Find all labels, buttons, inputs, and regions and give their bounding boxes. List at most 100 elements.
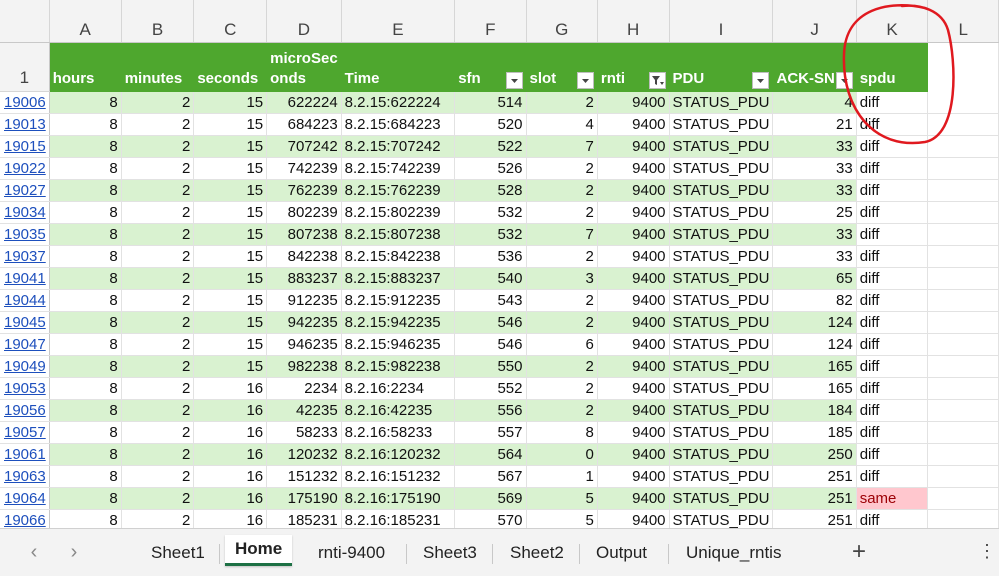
row-number[interactable]: 19037 [0, 245, 50, 268]
cell-f[interactable]: 520 [454, 113, 527, 136]
cell-f[interactable]: 532 [454, 223, 527, 246]
filter-dropdown-icon[interactable] [752, 71, 770, 89]
cell-h[interactable]: 9400 [597, 443, 670, 466]
tab-sheet1[interactable]: Sheet1 [151, 539, 205, 567]
cell-h[interactable]: 9400 [597, 487, 670, 510]
cell-k[interactable]: diff [856, 421, 929, 444]
cell-b[interactable]: 2 [121, 245, 195, 268]
cell-f[interactable]: 546 [454, 311, 527, 334]
cell-k[interactable]: diff [856, 223, 929, 246]
cell-c[interactable]: 15 [193, 113, 268, 136]
empty-cell[interactable] [927, 421, 999, 444]
cell-j[interactable]: 33 [772, 245, 857, 268]
column-header-k[interactable]: K [856, 0, 929, 43]
cell-i[interactable]: STATUS_PDU [669, 179, 774, 202]
cell-g[interactable]: 2 [526, 201, 598, 224]
cell-e[interactable]: 8.2.15:982238 [341, 355, 456, 378]
column-header-e[interactable]: E [341, 0, 456, 43]
cell-i[interactable]: STATUS_PDU [669, 135, 774, 158]
cell-d[interactable]: 42235 [266, 399, 342, 422]
cell-c[interactable]: 15 [193, 355, 268, 378]
cell-a[interactable]: 8 [49, 267, 122, 290]
cell-a[interactable]: 8 [49, 223, 122, 246]
cell-d[interactable]: 946235 [266, 333, 342, 356]
cell-g[interactable]: 0 [526, 443, 598, 466]
cell-b[interactable]: 2 [121, 311, 195, 334]
cell-d[interactable]: 185231 [266, 509, 342, 528]
cell-b[interactable]: 2 [121, 267, 195, 290]
cell-b[interactable]: 2 [121, 135, 195, 158]
cell-g[interactable]: 2 [526, 289, 598, 312]
cell-f[interactable]: 540 [454, 267, 527, 290]
cell-g[interactable]: 7 [526, 135, 598, 158]
empty-cell[interactable] [927, 311, 999, 334]
select-all-corner[interactable] [0, 0, 50, 43]
row-number[interactable]: 19047 [0, 333, 50, 356]
cell-a[interactable]: 8 [49, 113, 122, 136]
cell-k[interactable]: same [856, 487, 929, 510]
tab-sheet2[interactable]: Sheet2 [510, 539, 564, 567]
cell-i[interactable]: STATUS_PDU [669, 509, 774, 528]
cell-c[interactable]: 16 [193, 487, 268, 510]
cell-d[interactable]: 151232 [266, 465, 342, 488]
cell-h[interactable]: 9400 [597, 421, 670, 444]
filter-funnel-icon[interactable] [648, 71, 666, 89]
cell-b[interactable]: 2 [121, 487, 195, 510]
vertical-ellipsis-icon[interactable]: ⋮ [978, 541, 996, 562]
empty-cell[interactable] [927, 113, 999, 136]
empty-cell[interactable] [927, 135, 999, 158]
cell-i[interactable]: STATUS_PDU [669, 377, 774, 400]
cell-k[interactable]: diff [856, 311, 929, 334]
cell-a[interactable]: 8 [49, 465, 122, 488]
cell-c[interactable]: 15 [193, 135, 268, 158]
cell-k[interactable]: diff [856, 465, 929, 488]
cell-i[interactable]: STATUS_PDU [669, 355, 774, 378]
column-header-f[interactable]: F [454, 0, 527, 43]
header-pdu[interactable]: PDU [669, 42, 774, 92]
cell-k[interactable]: diff [856, 245, 929, 268]
empty-cell[interactable] [927, 267, 999, 290]
cell-c[interactable]: 15 [193, 333, 268, 356]
header-minutes[interactable]: minutes [121, 42, 195, 92]
cell-g[interactable]: 6 [526, 333, 598, 356]
header-ack-sn[interactable]: ACK-SN [772, 42, 857, 92]
cell-h[interactable]: 9400 [597, 509, 670, 528]
cell-b[interactable]: 2 [121, 333, 195, 356]
cell-i[interactable]: STATUS_PDU [669, 399, 774, 422]
column-header-b[interactable]: B [121, 0, 195, 43]
cell-d[interactable]: 2234 [266, 377, 342, 400]
cell-a[interactable]: 8 [49, 333, 122, 356]
empty-cell[interactable] [927, 245, 999, 268]
cell-j[interactable]: 65 [772, 267, 857, 290]
row-number[interactable]: 19053 [0, 377, 50, 400]
cell-f[interactable]: 526 [454, 157, 527, 180]
empty-cell[interactable] [927, 289, 999, 312]
cell-a[interactable]: 8 [49, 201, 122, 224]
cell-f[interactable]: 532 [454, 201, 527, 224]
cell-g[interactable]: 2 [526, 399, 598, 422]
cell-i[interactable]: STATUS_PDU [669, 245, 774, 268]
row-number[interactable]: 19061 [0, 443, 50, 466]
cell-i[interactable]: STATUS_PDU [669, 289, 774, 312]
cell-e[interactable]: 8.2.15:942235 [341, 311, 456, 334]
row-number[interactable]: 19066 [0, 509, 50, 528]
cell-a[interactable]: 8 [49, 399, 122, 422]
cell-b[interactable]: 2 [121, 399, 195, 422]
row-number[interactable]: 19064 [0, 487, 50, 510]
header-microseconds[interactable]: microSec onds [266, 42, 342, 92]
row-number[interactable]: 1 [0, 42, 50, 92]
empty-cell[interactable] [927, 333, 999, 356]
cell-j[interactable]: 250 [772, 443, 857, 466]
empty-cell[interactable] [927, 509, 999, 528]
header-slot[interactable]: slot [526, 42, 598, 92]
cell-i[interactable]: STATUS_PDU [669, 443, 774, 466]
cell-d[interactable]: 742239 [266, 157, 342, 180]
cell-j[interactable]: 25 [772, 201, 857, 224]
row-number[interactable]: 19015 [0, 135, 50, 158]
cell-i[interactable]: STATUS_PDU [669, 465, 774, 488]
cell-b[interactable]: 2 [121, 179, 195, 202]
cell-a[interactable]: 8 [49, 421, 122, 444]
cell-j[interactable]: 4 [772, 91, 857, 114]
cell-h[interactable]: 9400 [597, 157, 670, 180]
cell-j[interactable]: 251 [772, 487, 857, 510]
